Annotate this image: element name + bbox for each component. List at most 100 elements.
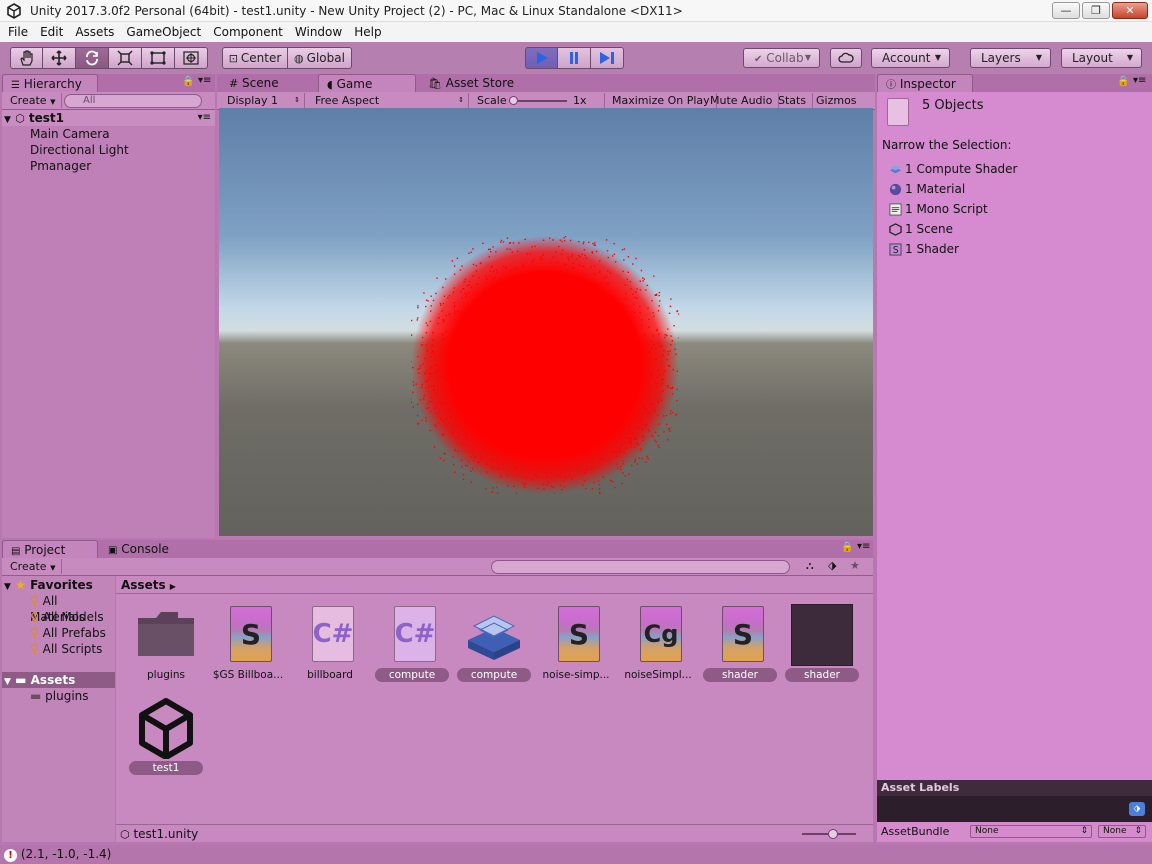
panel-menu-icon[interactable]: ▾≡: [198, 75, 211, 86]
project-create-button[interactable]: Create ▼: [4, 559, 63, 574]
rotate-tool-button[interactable]: [76, 47, 109, 69]
step-button[interactable]: [591, 47, 624, 69]
panel-menu-icon[interactable]: ▾≡: [857, 541, 870, 552]
favorite-all-scripts[interactable]: ⚲ All Scripts: [30, 641, 102, 657]
search-by-label-icon[interactable]: ⬗: [828, 559, 836, 572]
tab-project[interactable]: ▤ Project: [2, 540, 98, 558]
cloud-button[interactable]: [830, 48, 862, 68]
hierarchy-item-main-camera[interactable]: Main Camera: [30, 126, 110, 142]
hand-tool-button[interactable]: [10, 47, 43, 69]
tab-game[interactable]: ◖ Game: [318, 74, 416, 92]
menu-assets[interactable]: Assets: [69, 22, 120, 42]
icon-size-slider-thumb[interactable]: [828, 829, 838, 839]
maximize-on-play-toggle[interactable]: Maximize On Play: [606, 93, 717, 108]
favorite-all-materials[interactable]: ⚲ All Materials: [30, 593, 115, 624]
particle-speck: [438, 317, 440, 319]
particle-speck: [433, 389, 435, 391]
particle-speck: [647, 343, 649, 345]
narrow-item-material[interactable]: 1 Material: [889, 180, 965, 198]
scene-menu-icon[interactable]: ▾≡: [198, 110, 211, 126]
narrow-item-mono-script[interactable]: 1 Mono Script: [889, 200, 988, 218]
search-by-type-icon[interactable]: ⛬: [806, 559, 814, 573]
aspect-dropdown[interactable]: Free Aspect ⇕: [309, 93, 469, 108]
menu-window[interactable]: Window: [289, 22, 348, 42]
assets-folder-row[interactable]: ▼ ▬ Assets: [2, 672, 115, 688]
assetbundle-variant-dropdown[interactable]: None ⇕: [1098, 825, 1146, 838]
star-icon[interactable]: ★: [850, 559, 860, 572]
layers-dropdown[interactable]: Layers ▼: [970, 48, 1051, 68]
mute-audio-toggle[interactable]: Mute Audio: [704, 93, 780, 108]
layout-dropdown[interactable]: Layout ▼: [1061, 48, 1142, 68]
asset-tile[interactable]: shader: [782, 604, 862, 690]
scale-tool-button[interactable]: [109, 47, 142, 69]
hierarchy-item-pmanager[interactable]: Pmanager: [30, 158, 91, 174]
hierarchy-create-button[interactable]: Create ▼: [4, 93, 63, 108]
pause-button[interactable]: [558, 47, 591, 69]
hierarchy-search-input[interactable]: All: [64, 94, 202, 108]
game-viewport[interactable]: [219, 108, 873, 536]
minimize-button[interactable]: —: [1052, 2, 1080, 19]
hierarchy-item-directional-light[interactable]: Directional Light: [30, 142, 129, 158]
tab-scene[interactable]: # Scene: [221, 74, 311, 92]
narrow-item-compute-shader[interactable]: 1 Compute Shader: [889, 160, 1018, 178]
lock-icon[interactable]: 🔒: [841, 542, 853, 553]
scale-slider-thumb[interactable]: [509, 96, 518, 105]
global-toggle[interactable]: ◍ Global: [288, 47, 352, 69]
panel-menu-icon[interactable]: ▾≡: [1133, 75, 1146, 86]
project-search-input[interactable]: [491, 560, 790, 574]
asset-tile[interactable]: test1: [126, 697, 206, 783]
asset-tile[interactable]: plugins: [126, 604, 206, 690]
asset-tile[interactable]: Cg noiseSimpl...: [618, 604, 698, 690]
asset-tile[interactable]: C# compute: [372, 604, 452, 690]
menu-help[interactable]: Help: [348, 22, 387, 42]
menu-edit[interactable]: Edit: [34, 22, 69, 42]
asset-tile[interactable]: C# billboard: [290, 604, 370, 690]
play-button[interactable]: [525, 47, 558, 69]
narrow-item-shader[interactable]: S 1 Shader: [889, 240, 959, 258]
tab-asset-store[interactable]: 🛍 Asset Store: [420, 74, 520, 92]
center-toggle[interactable]: ⊡ Center: [222, 47, 288, 69]
assetbundle-dropdown[interactable]: None ⇕: [970, 825, 1092, 838]
maximize-button[interactable]: ❐: [1082, 2, 1110, 19]
menu-gameobject[interactable]: GameObject: [120, 22, 207, 42]
collab-dropdown[interactable]: ✔ Collab ▼: [743, 48, 820, 68]
asset-labels-title: Asset Labels: [877, 780, 1152, 796]
account-dropdown[interactable]: Account ▼: [871, 48, 950, 68]
breadcrumb: Assets ▶: [116, 576, 873, 594]
breadcrumb-assets[interactable]: Assets: [121, 578, 166, 592]
close-button[interactable]: ✕: [1112, 2, 1148, 19]
particle-speck: [641, 457, 643, 460]
favorite-all-prefabs[interactable]: ⚲ All Prefabs: [30, 625, 106, 641]
display-dropdown[interactable]: Display 1 ⇕: [221, 93, 305, 108]
tab-inspector[interactable]: ⓘ Inspector: [877, 74, 973, 92]
particle-speck: [591, 488, 594, 490]
favorite-all-models[interactable]: ⚲ All Models: [30, 609, 104, 625]
particle-speck: [658, 333, 660, 335]
scene-row[interactable]: ▼ ⬡ test1 ▾≡: [2, 110, 215, 126]
transform-tool-button[interactable]: [175, 47, 208, 69]
plugins-folder-row[interactable]: ▬ plugins: [30, 688, 89, 704]
move-tool-button[interactable]: [43, 47, 76, 69]
lock-icon[interactable]: 🔒: [1117, 76, 1129, 87]
favorites-header[interactable]: ▼ ★ Favorites: [4, 577, 93, 593]
gizmos-dropdown[interactable]: Gizmos ▼: [810, 93, 875, 121]
tab-hierarchy[interactable]: ☰ Hierarchy: [2, 74, 98, 92]
tab-console[interactable]: ▣ Console: [100, 540, 190, 558]
stats-toggle[interactable]: Stats: [772, 93, 814, 108]
folder-icon: [138, 612, 194, 656]
narrow-item-scene[interactable]: 1 Scene: [889, 220, 953, 238]
status-message[interactable]: (2.1, -1.0, -1.4): [21, 847, 112, 861]
particle-speck: [478, 276, 480, 278]
menu-component[interactable]: Component: [207, 22, 289, 42]
particle-speck: [429, 429, 431, 432]
tag-icon[interactable]: ⬗: [1129, 802, 1145, 816]
asset-tile[interactable]: S noise-simp...: [536, 604, 616, 690]
asset-tile[interactable]: compute: [454, 604, 534, 690]
menu-file[interactable]: File: [2, 22, 34, 42]
rect-tool-button[interactable]: [142, 47, 175, 69]
asset-tile[interactable]: S shader: [700, 604, 780, 690]
particle-speck: [516, 250, 519, 252]
particle-speck: [625, 297, 627, 300]
asset-tile[interactable]: S $GS Billboa...: [208, 604, 288, 690]
lock-icon[interactable]: 🔒: [182, 76, 194, 87]
